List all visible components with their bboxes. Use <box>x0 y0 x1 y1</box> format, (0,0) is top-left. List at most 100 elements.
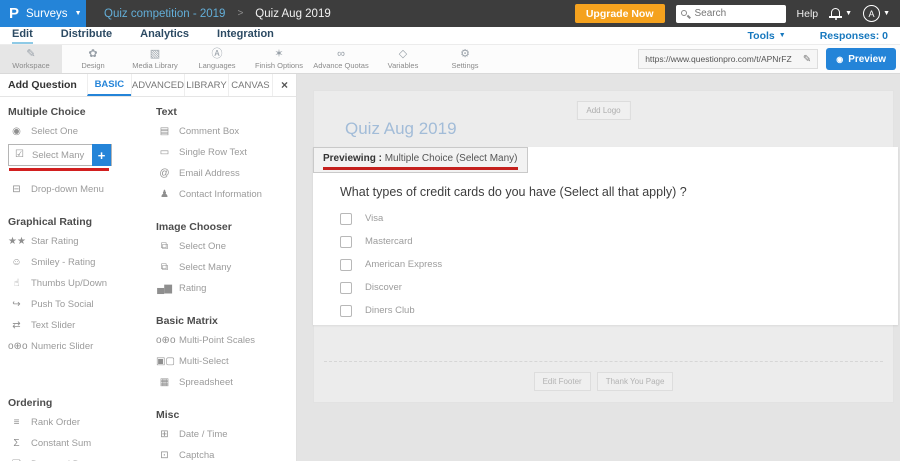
label-single-row-text: Single Row Text <box>179 147 247 158</box>
question-type-smiley-rating[interactable]: ☺Smiley - Rating <box>8 252 148 273</box>
checkbox-visa[interactable] <box>340 213 352 225</box>
misc-header: Misc <box>156 409 296 421</box>
question-type-drag-and-drop[interactable]: ❏Drag and Drop <box>8 454 148 461</box>
survey-preview-area: Add Logo Quiz Aug 2019 Previewing : Mult… <box>297 74 900 461</box>
search-input[interactable] <box>695 8 779 19</box>
multiple-choice-section: Multiple Choice ◉Select One☑Select Many+ ⊟… <box>8 106 148 200</box>
question-type-multi-point-scales[interactable]: o⊕o Multi-Point Scales <box>156 330 296 351</box>
question-type-star-rating[interactable]: ★★Star Rating <box>8 231 148 252</box>
help-link[interactable]: Help <box>797 8 819 20</box>
upgrade-now-button[interactable]: Upgrade Now <box>575 4 665 23</box>
brand-block[interactable]: P Surveys ▼ <box>0 0 86 27</box>
toolbar-label-finish-options: Finish Options <box>255 61 303 70</box>
option-row-discover: Discover <box>340 276 442 299</box>
toolbar-workspace[interactable]: ✎Workspace <box>0 45 62 73</box>
basic-matrix-section: Basic Matrixo⊕oMulti-Point Scales▣▢Multi… <box>156 315 296 393</box>
toolbar-design[interactable]: ✿Design <box>62 45 124 73</box>
label-thumbs-up-down: Thumbs Up/Down <box>31 278 107 289</box>
checkbox-mastercard[interactable] <box>340 236 352 248</box>
multi-select-icon: ▣▢ <box>156 357 173 367</box>
menu-right: Tools▼ Responses: 0 <box>748 30 888 42</box>
label-spreadsheet: Spreadsheet <box>179 377 233 388</box>
multiple-choice-header: Multiple Choice <box>8 106 148 118</box>
question-type-constant-sum[interactable]: ΣConstant Sum <box>8 433 148 454</box>
question-type-rank-order[interactable]: ≡Rank Order <box>8 412 148 433</box>
account-control[interactable]: A ▼ <box>863 5 890 22</box>
question-type-select-one[interactable]: ◉Select One <box>8 121 148 142</box>
question-type-comment-box[interactable]: ▤Comment Box <box>156 121 296 142</box>
tab-library[interactable]: LIBRARY <box>184 74 228 96</box>
notifications-control[interactable]: ▼ <box>829 7 852 20</box>
multi-point-icon: o⊕o <box>156 336 173 346</box>
toolbar-advance-quotas[interactable]: ∞Advance Quotas <box>310 45 372 73</box>
question-type-column-1: Multiple Choice ◉Select One☑Select Many+ ⊟… <box>0 97 148 461</box>
question-type-drop-down-menu[interactable]: ⊟Drop-down Menu <box>8 179 148 200</box>
tab-canvas[interactable]: CANVAS <box>228 74 272 96</box>
preview-button[interactable]: ◉ Preview <box>826 48 896 70</box>
surveys-menu[interactable]: Surveys <box>26 8 68 20</box>
question-type-email-address[interactable]: @Email Address <box>156 163 296 184</box>
menu-distribute[interactable]: Distribute <box>61 27 112 44</box>
question-type-date-time[interactable]: ⊞Date / Time <box>156 424 296 445</box>
question-type-text-slider[interactable]: ⇄Text Slider <box>8 315 148 336</box>
question-type-numeric-slider[interactable]: o⊕oNumeric Slider <box>8 336 148 357</box>
tools-menu[interactable]: Tools▼ <box>748 30 786 42</box>
question-type-select-many[interactable]: ☑Select Many+ <box>8 144 112 166</box>
option-row-american-express: American Express <box>340 253 442 276</box>
question-type-rating[interactable]: ▄▆Rating <box>156 278 296 299</box>
tab-advanced[interactable]: ADVANCED <box>131 74 184 96</box>
single-row-icon: ▭ <box>156 148 173 158</box>
question-type-captcha[interactable]: ⊡Captcha <box>156 445 296 461</box>
checkbox-american-express[interactable] <box>340 259 352 271</box>
toolbar-settings[interactable]: ⚙Settings <box>434 45 496 73</box>
search-box[interactable] <box>676 5 786 23</box>
question-type-multi-select[interactable]: ▣▢Multi-Select <box>156 351 296 372</box>
label-text-slider: Text Slider <box>31 320 75 331</box>
tab-basic[interactable]: BASIC <box>87 74 131 96</box>
label-contact-information: Contact Information <box>179 189 262 200</box>
question-type-contact-information[interactable]: ♟Contact Information <box>156 184 296 205</box>
toolbar-variables[interactable]: ◇Variables <box>372 45 434 73</box>
label-multi-point-scales: Multi-Point Scales <box>179 335 255 346</box>
edit-pencil-icon[interactable]: ✎ <box>803 54 811 65</box>
menu-integration[interactable]: Integration <box>217 27 274 44</box>
share-icon: ↪ <box>8 300 25 310</box>
close-icon[interactable]: × <box>272 74 296 96</box>
checkbox-list-icon: ☑ <box>11 150 28 160</box>
footer-divider <box>324 361 883 362</box>
toolbar-languages[interactable]: ⒶLanguages <box>186 45 248 73</box>
question-type-select-one[interactable]: ⧉Select One <box>156 236 296 257</box>
topbar-right: Upgrade Now Help ▼ A ▼ <box>575 4 900 23</box>
toolbar-items: ✎Workspace✿Design▧Media LibraryⒶLanguage… <box>0 45 496 73</box>
question-type-thumbs-up-down[interactable]: ☝Thumbs Up/Down <box>8 273 148 294</box>
checkbox-discover[interactable] <box>340 282 352 294</box>
survey-card: Add Logo Quiz Aug 2019 Previewing : Mult… <box>313 90 894 403</box>
toolbar-media-library[interactable]: ▧Media Library <box>124 45 186 73</box>
question-type-spreadsheet[interactable]: ▦Spreadsheet <box>156 372 296 393</box>
chevron-down-icon: ▼ <box>779 32 786 39</box>
breadcrumb-current: Quiz Aug 2019 <box>255 8 330 20</box>
question-type-select-many[interactable]: ⧉Select Many <box>156 257 296 278</box>
toolbar-label-settings: Settings <box>451 61 478 70</box>
edit-footer-button[interactable]: Edit Footer <box>534 372 591 391</box>
survey-url-field[interactable]: https://www.questionpro.com/t/APNrFZ ✎ <box>638 49 818 69</box>
add-logo-button[interactable]: Add Logo <box>576 101 630 120</box>
menu-edit[interactable]: Edit <box>12 27 33 44</box>
label-select-one: Select One <box>31 126 78 137</box>
red-underline <box>323 167 518 170</box>
label-comment-box: Comment Box <box>179 126 239 137</box>
previewing-label: Previewing : <box>323 153 382 164</box>
responses-count[interactable]: Responses: 0 <box>820 30 888 42</box>
question-type-push-to-social[interactable]: ↪Push To Social <box>8 294 148 315</box>
image-select-one-icon: ⧉ <box>156 242 173 252</box>
checkbox-diners-club[interactable] <box>340 305 352 317</box>
question-type-single-row-text[interactable]: ▭ Single Row Text <box>156 142 296 163</box>
image-rating-icon: ▄▆ <box>156 284 173 294</box>
thank-you-page-button[interactable]: Thank You Page <box>597 372 674 391</box>
add-question-plus-button[interactable]: + <box>92 144 111 166</box>
toolbar-finish-options[interactable]: ✶Finish Options <box>248 45 310 73</box>
ordering-header: Ordering <box>8 397 148 409</box>
breadcrumb-parent[interactable]: Quiz competition - 2019 <box>104 8 225 20</box>
breadcrumb-separator-icon: > <box>237 8 243 19</box>
menu-analytics[interactable]: Analytics <box>140 27 189 44</box>
